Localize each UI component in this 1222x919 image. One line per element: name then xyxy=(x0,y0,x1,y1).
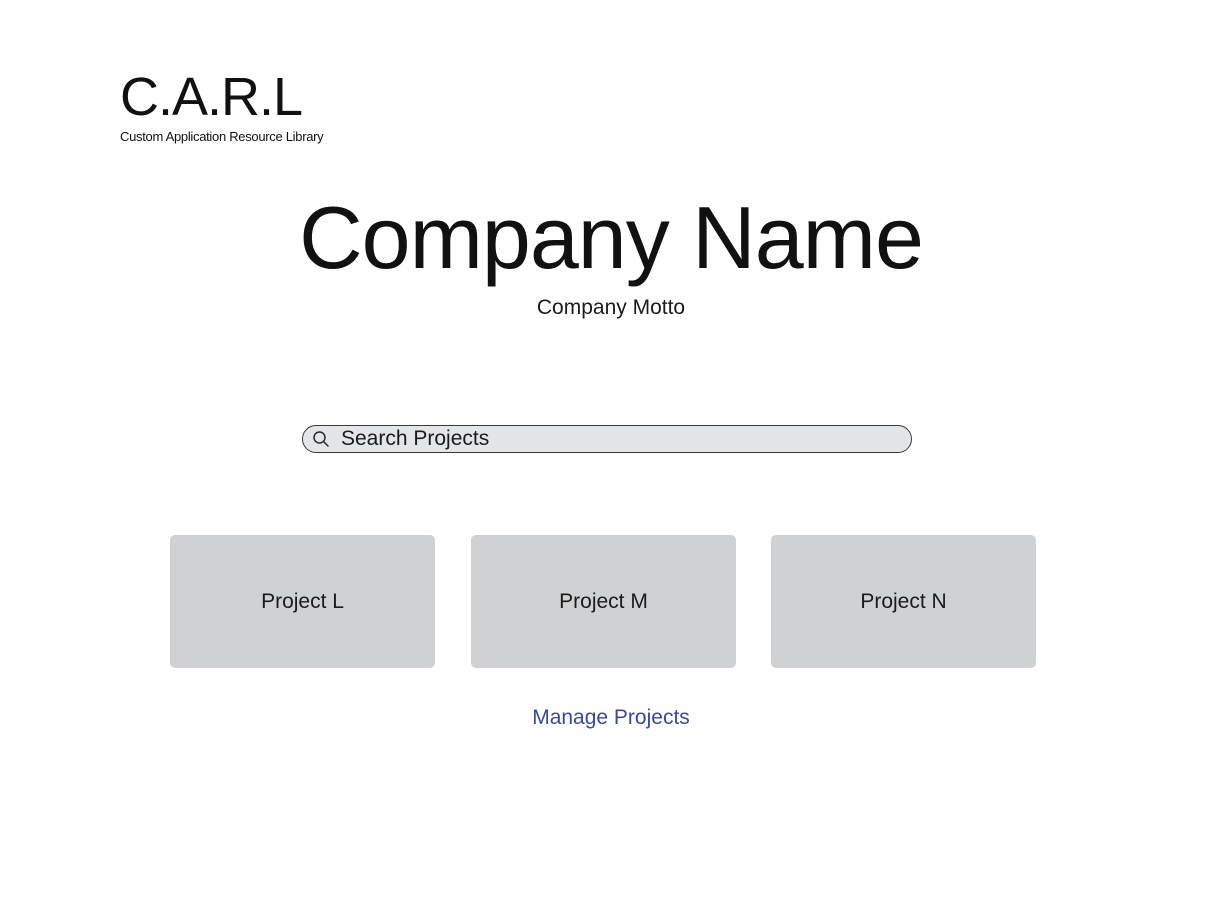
search-input[interactable] xyxy=(331,427,911,451)
company-motto: Company Motto xyxy=(536,296,686,319)
company-name-heading: Company Name xyxy=(299,188,924,287)
logo-mark: C.A.R.L xyxy=(120,67,303,127)
project-label: Project M xyxy=(559,589,648,613)
project-card-l[interactable]: Project L xyxy=(170,535,435,668)
search-icon xyxy=(311,429,331,449)
search-bar[interactable] xyxy=(302,425,912,453)
manage-projects-link[interactable]: Manage Projects xyxy=(532,706,690,729)
app-logo[interactable]: C.A.R.L Custom Application Resource Libr… xyxy=(120,67,324,144)
project-card-n[interactable]: Project N xyxy=(771,535,1036,668)
project-label: Project L xyxy=(261,589,344,613)
logo-subtitle: Custom Application Resource Library xyxy=(120,129,324,144)
manage-projects-link-row: Manage Projects xyxy=(0,706,1222,730)
project-label: Project N xyxy=(860,589,947,613)
home-page: C.A.R.L Custom Application Resource Libr… xyxy=(0,0,1222,919)
project-card-m[interactable]: Project M xyxy=(471,535,736,668)
